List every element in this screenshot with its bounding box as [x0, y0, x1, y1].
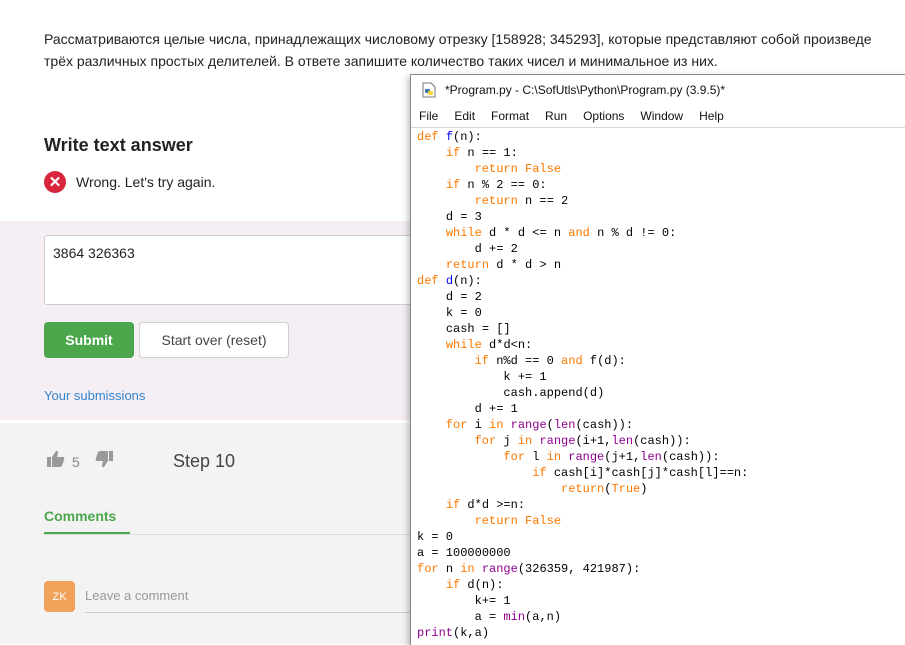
code-line: d = 3 — [445, 210, 482, 224]
menu-help[interactable]: Help — [699, 109, 724, 123]
code-line: while d * d <= n and n % d != 0: — [445, 226, 677, 240]
menu-run[interactable]: Run — [545, 109, 567, 123]
code-line: a = min(a,n) — [474, 610, 562, 624]
code-line: while d*d<n: — [445, 338, 533, 352]
task-line-1: Рассматриваются целые числа, принадлежащ… — [44, 31, 872, 47]
menu-file[interactable]: File — [419, 109, 438, 123]
comments-divider — [44, 534, 414, 535]
code-line: k = 0 — [417, 530, 454, 544]
code-line: return False — [474, 162, 562, 176]
python-file-icon — [422, 82, 436, 98]
code-line: return False — [474, 514, 562, 528]
tab-comments[interactable]: Comments — [44, 508, 116, 524]
code-line: d = 2 — [445, 290, 482, 304]
write-text-answer-heading: Write text answer — [44, 135, 193, 155]
your-submissions-link[interactable]: Your submissions — [44, 388, 145, 403]
code-line: if n == 1: — [445, 146, 518, 160]
menu-options[interactable]: Options — [583, 109, 624, 123]
code-line: k+= 1 — [474, 594, 511, 608]
feedback-row: ✕ Wrong. Let's try again. — [44, 171, 215, 193]
code-line: if d*d >=n: — [445, 498, 526, 512]
code-line: return(True) — [561, 482, 648, 496]
idle-editor-window: *Program.py - C:\SofUtls\Python\Program.… — [410, 74, 905, 645]
code-line: return d * d > n — [445, 258, 562, 272]
code-editor[interactable]: def f(n): if n == 1: return False if n %… — [417, 129, 748, 641]
code-line: d += 1 — [474, 402, 518, 416]
code-line: k = 0 — [445, 306, 482, 320]
submit-button[interactable]: Submit — [44, 322, 134, 358]
code-line: return n == 2 — [474, 194, 569, 208]
code-line: cash.append(d) — [503, 386, 605, 400]
reactions-row: 5 — [46, 449, 114, 474]
code-line: cash = [] — [445, 322, 511, 336]
idle-menubar: File Edit Format Run Options Window Help — [411, 105, 905, 128]
menu-format[interactable]: Format — [491, 109, 529, 123]
task-line-2: трёх различных простых делителей. В отве… — [44, 53, 718, 69]
task-description: Рассматриваются целые числа, принадлежащ… — [44, 28, 905, 72]
menu-window[interactable]: Window — [640, 109, 683, 123]
answer-textarea[interactable]: 3864 326363 — [44, 235, 424, 305]
comment-input[interactable]: Leave a comment — [85, 588, 188, 603]
code-line: if n % 2 == 0: — [445, 178, 547, 192]
comment-input-underline — [85, 612, 415, 613]
error-x-icon: ✕ — [44, 171, 66, 193]
code-line: print(k,a) — [417, 626, 490, 640]
code-line: for i in range(len(cash)): — [445, 418, 634, 432]
code-line: for j in range(i+1,len(cash)): — [474, 434, 691, 448]
code-line: for n in range(326359, 421987): — [417, 562, 641, 576]
code-line: if n%d == 0 and f(d): — [474, 354, 626, 368]
code-line: k += 1 — [503, 370, 547, 384]
code-line: def f(n): — [417, 130, 482, 144]
menu-edit[interactable]: Edit — [454, 109, 475, 123]
wrong-message: Wrong. Let's try again. — [76, 174, 216, 190]
code-line: def d(n): — [417, 274, 482, 288]
idle-title: *Program.py - C:\SofUtls\Python\Program.… — [445, 83, 726, 97]
code-line: a = 100000000 — [417, 546, 511, 560]
thumbs-down-icon[interactable] — [94, 449, 114, 474]
like-count: 5 — [72, 453, 80, 470]
code-line: if cash[i]*cash[j]*cash[l]==n: — [532, 466, 749, 480]
code-line: d += 2 — [474, 242, 518, 256]
avatar: ZK — [44, 581, 75, 612]
reset-button[interactable]: Start over (reset) — [139, 322, 289, 358]
thumbs-up-icon[interactable] — [46, 449, 66, 474]
code-line: for l in range(j+1,len(cash)): — [503, 450, 720, 464]
idle-titlebar[interactable]: *Program.py - C:\SofUtls\Python\Program.… — [411, 75, 905, 105]
code-line: if d(n): — [445, 578, 504, 592]
step-label: Step 10 — [173, 451, 236, 471]
